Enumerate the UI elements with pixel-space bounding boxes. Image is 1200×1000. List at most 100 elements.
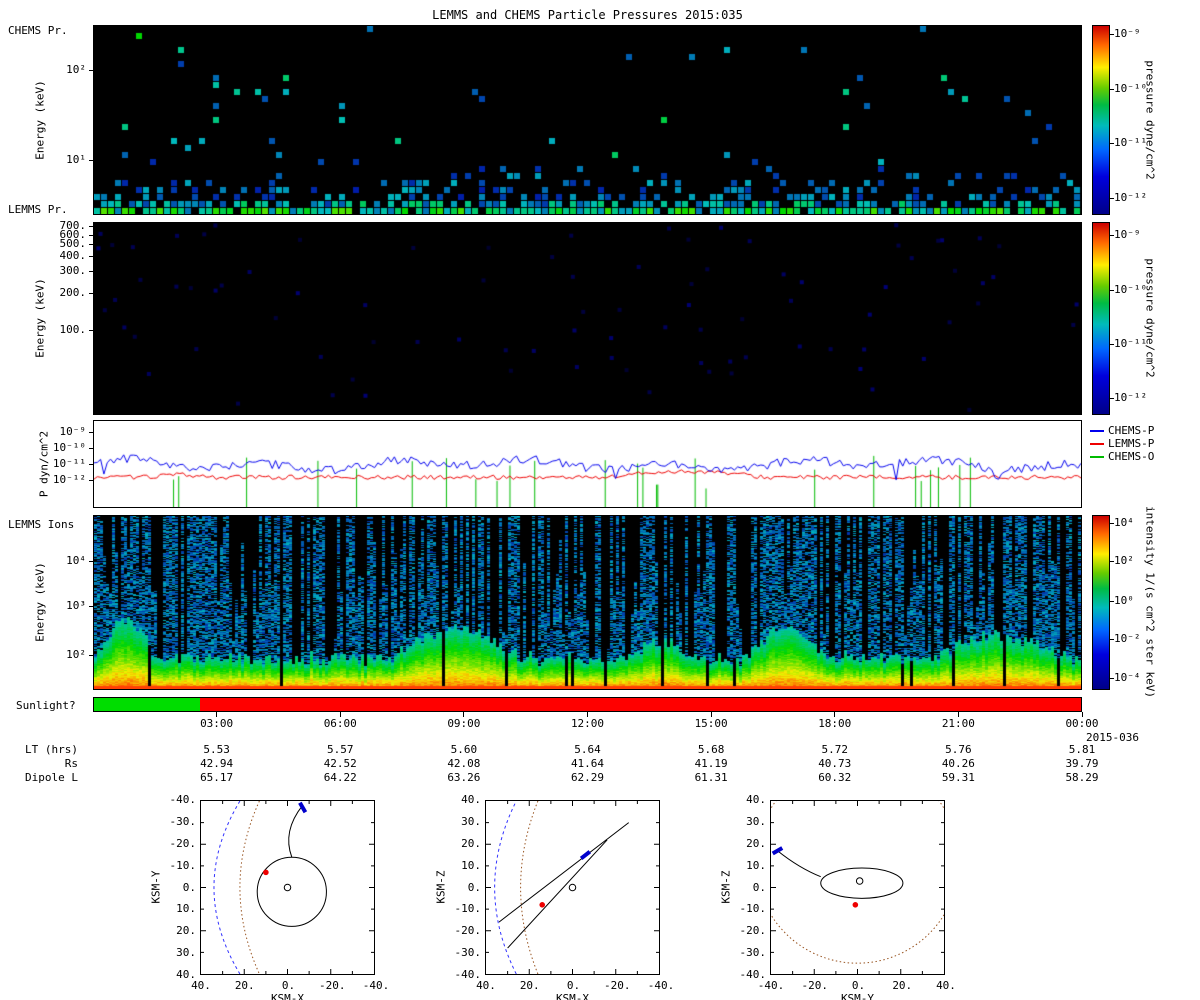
orbit-ytick-label: 40. xyxy=(461,793,481,806)
pressure-legend: CHEMS-P LEMMS-P CHEMS-O xyxy=(1090,424,1154,463)
ephemeris-row-label-dipole: Dipole L xyxy=(25,771,78,784)
tick-mark xyxy=(89,329,93,331)
ephemeris-value: 5.72 xyxy=(821,743,849,756)
orbit-svg xyxy=(486,800,659,975)
ions-colorbar xyxy=(1092,515,1110,690)
ephemeris-value: 5.64 xyxy=(574,743,601,756)
ephemeris-value: 5.60 xyxy=(450,743,478,756)
orbit-ytick-label: -30. xyxy=(454,946,482,960)
ions-spectrogram xyxy=(94,516,1081,689)
saturn-circle xyxy=(283,883,292,892)
chems-spectrogram xyxy=(94,26,1081,214)
colorbar-tick-label: 10⁻¹¹ xyxy=(1114,135,1148,149)
tick-mark xyxy=(89,271,93,273)
legend-swatch xyxy=(1090,456,1104,458)
ephemeris-value: 60.32 xyxy=(818,771,852,784)
ephemeris-value: 59.31 xyxy=(941,771,975,784)
orbit-plot-ksmy-ksmz xyxy=(755,759,960,975)
chems-colorbar xyxy=(1092,25,1110,215)
colorbar-tick-label: 10² xyxy=(1114,553,1134,567)
spacecraft-direction-marker xyxy=(771,846,784,856)
ephemeris-value: 42.08 xyxy=(447,757,481,770)
lemms-colorbar-label: pressure dyne/cm^2 xyxy=(1143,258,1157,378)
y-tick-label: 10³ xyxy=(66,599,86,612)
magnetopause-curve xyxy=(239,800,260,975)
spacecraft-direction-marker xyxy=(579,850,592,861)
sunlight-segment xyxy=(94,698,200,711)
ephemeris-value: 62.29 xyxy=(570,771,605,784)
ions-panel-label: LEMMS Ions xyxy=(8,518,75,531)
colorbar-tick-label: 10⁻¹⁰ xyxy=(1114,81,1148,95)
orbit-xtick-label: -40. xyxy=(647,979,675,992)
trajectory-curve xyxy=(777,850,821,878)
time-tick-label: 21:00 xyxy=(941,717,975,730)
tick-mark xyxy=(89,447,93,449)
legend-label: CHEMS-P xyxy=(1108,424,1155,437)
orbit-ytick-label: -40. xyxy=(169,793,197,806)
orbit-ytick-label: -30. xyxy=(739,946,767,960)
ions-spectrogram-panel xyxy=(93,515,1082,690)
orbit-ytick-label: 20. xyxy=(461,836,481,850)
orbit-xtick-label: -20. xyxy=(319,979,346,992)
orbit-ytick-label: 20. xyxy=(176,924,196,938)
trajectory-curve xyxy=(288,805,304,858)
orbit-svg xyxy=(755,759,960,974)
orbit2-ylabel: KSM-Z xyxy=(719,870,733,904)
tick-mark xyxy=(89,292,93,294)
ephemeris-value: 42.52 xyxy=(323,757,357,770)
orbit-xtick-label: 40. xyxy=(936,979,956,992)
chems-panel-label: CHEMS Pr. xyxy=(8,24,68,37)
colorbar-tick-label: 10⁻¹² xyxy=(1114,190,1148,204)
orbit0-xlabel: KSM-X xyxy=(270,992,305,1000)
colorbar-tick-label: 10⁻¹¹ xyxy=(1114,336,1148,350)
orbit-ytick-label: 10. xyxy=(461,858,481,872)
bow-shock-curve xyxy=(494,800,517,975)
chems-ylabel: Energy (keV) xyxy=(33,80,47,160)
chems-spectrogram-panel xyxy=(93,25,1082,215)
magnetopause-curve xyxy=(520,800,539,975)
sunlight-bar xyxy=(93,697,1082,712)
time-tick-label: 00:00 xyxy=(1065,717,1099,730)
orbit1-xlabel: KSM-X xyxy=(555,992,590,1000)
ephemeris-value: 5.57 xyxy=(327,743,354,756)
orbit-xtick-label: 40. xyxy=(476,979,496,992)
orbit-ytick-label: 10. xyxy=(176,902,196,916)
lemms-panel-label: LEMMS Pr. xyxy=(8,203,68,216)
y-tick-label: 400. xyxy=(59,248,87,262)
time-tick-label: 06:00 xyxy=(323,717,357,730)
sunlight-label: Sunlight? xyxy=(16,699,76,712)
ephemeris-value: 64.22 xyxy=(323,771,357,784)
chems-colorbar-label: pressure dyne/cm^2 xyxy=(1143,60,1157,180)
ephemeris-row-label-rs: Rs xyxy=(64,757,78,770)
orbit-xtick-label: 20. xyxy=(234,979,255,992)
orbit-ytick-label: 30. xyxy=(461,814,481,828)
tick-mark xyxy=(89,69,93,71)
lemms-colorbar xyxy=(1092,222,1110,415)
orbit2-xlabel: KSM-Y xyxy=(840,992,875,1000)
colorbar-tick-label: 10⁻² xyxy=(1114,632,1141,646)
orbit-xtick-label: -40. xyxy=(757,979,785,992)
ephemeris-value: 41.19 xyxy=(694,757,728,770)
ephemeris-row-label-lt: LT (hrs) xyxy=(25,743,78,756)
page-title: LEMMS and CHEMS Particle Pressures 2015:… xyxy=(432,8,743,22)
orbit-ytick-label: 40. xyxy=(746,793,766,806)
trajectory-line xyxy=(498,822,630,923)
orbit-xtick-label: 40. xyxy=(191,979,211,992)
spacecraft-position-dot xyxy=(852,902,859,908)
orbit-xtick-label: -20. xyxy=(801,979,829,992)
orbit-ytick-label: 30. xyxy=(176,946,196,960)
y-tick-label: 10⁻⁹ xyxy=(59,424,87,438)
orbit-plot-ksmx-ksmz xyxy=(485,800,660,975)
orbit-ytick-label: -10. xyxy=(454,902,482,916)
y-tick-label: 10¹ xyxy=(66,152,86,166)
lemms-spectrogram xyxy=(94,223,1081,414)
pressure-lines xyxy=(94,421,1081,507)
lemms-spectrogram-panel xyxy=(93,222,1082,415)
y-tick-label: 300. xyxy=(59,264,87,278)
saturn-circle xyxy=(855,877,864,885)
orbit-ytick-label: 30. xyxy=(746,814,766,828)
y-tick-label: 100. xyxy=(59,322,87,336)
y-tick-label: 10² xyxy=(66,62,86,76)
tick-mark xyxy=(89,255,93,257)
legend-entry: CHEMS-P xyxy=(1090,424,1154,437)
